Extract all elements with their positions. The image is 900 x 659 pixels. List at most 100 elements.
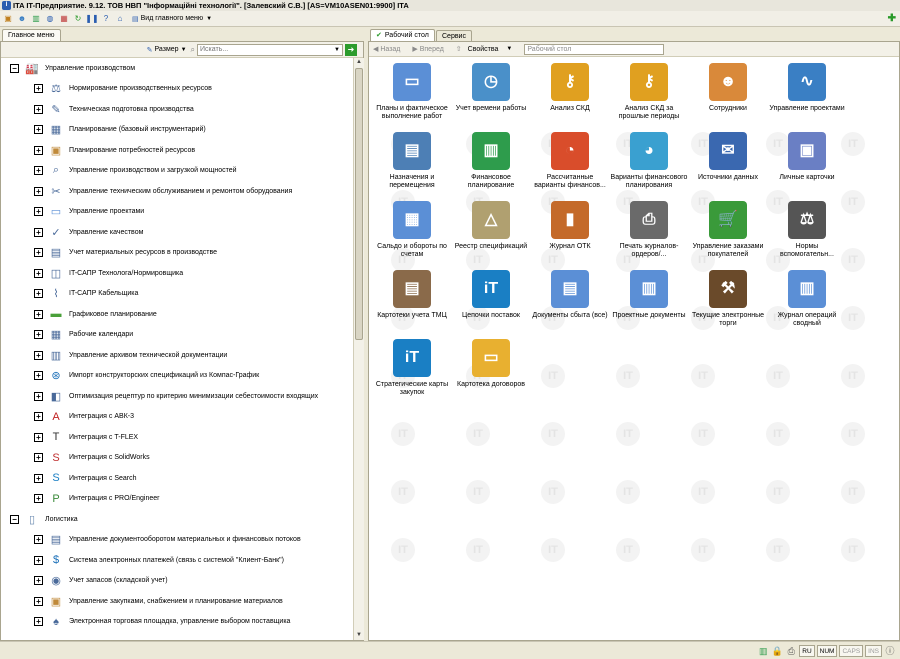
expand-icon[interactable]: +	[34, 289, 43, 298]
tree-item[interactable]: + ▦ Рабочие календари	[34, 325, 133, 345]
expand-icon[interactable]: +	[34, 596, 43, 606]
expand-icon[interactable]: +	[34, 494, 43, 503]
desktop-item[interactable]: ▤ Документы сбыта (все)	[531, 270, 609, 320]
desktop-item[interactable]: ▥ Журнал операций сводный	[768, 270, 846, 328]
tree-item[interactable]: + ⊛ Импорт конструкторских спецификаций из…	[34, 366, 259, 386]
expand-icon[interactable]: +	[34, 555, 43, 565]
expand-icon[interactable]: +	[34, 227, 43, 237]
expand-icon[interactable]: +	[34, 104, 43, 114]
expand-icon[interactable]: +	[34, 576, 43, 585]
desktop-item[interactable]: ∿ Управление проектами	[768, 63, 846, 113]
tree-item[interactable]: + ▬ Графиковое планирование	[34, 304, 157, 324]
desktop-item[interactable]: ▥ Финансовое планирование	[452, 132, 530, 190]
tree-item[interactable]: + ▤ Учет материальных ресурсов в производс…	[34, 243, 217, 263]
desktop-item[interactable]: ▭ Картотека договоров	[452, 339, 530, 389]
desktop-item[interactable]: ▭ Планы и фактическое выполнение работ	[373, 63, 451, 121]
scroll-thumb[interactable]	[355, 68, 363, 340]
globe-icon[interactable]: ◍	[44, 13, 56, 25]
expand-icon[interactable]: +	[34, 309, 43, 319]
chart-icon[interactable]: ▥	[30, 13, 42, 25]
new-icon[interactable]: ▣	[2, 13, 14, 25]
tree-item[interactable]: + ⌕ Управление производством и загрузкой м…	[34, 161, 237, 181]
desktop-item[interactable]: ◔ Рассчитанные варианты финансов...	[531, 132, 609, 190]
expand-icon[interactable]: +	[34, 432, 43, 442]
scroll-up-icon[interactable]: ▲	[354, 58, 364, 67]
tree-item[interactable]: + S Интеграция с Search	[34, 468, 137, 488]
desktop-item[interactable]: ▣ Личные карточки	[768, 132, 846, 182]
expand-icon[interactable]: +	[34, 453, 43, 462]
expand-icon[interactable]: +	[34, 617, 43, 626]
tree-item[interactable]: + ⌇ IT-САПР Кабельщика	[34, 284, 138, 304]
dropdown-arrow-icon[interactable]: ▼	[334, 47, 340, 53]
search-field[interactable]: ▼	[197, 43, 343, 56]
view-menu-button[interactable]: ▤ Вид главного меню ▼	[132, 15, 212, 23]
forward-button[interactable]: ▶ Вперед	[412, 45, 449, 53]
grid-icon[interactable]: ▦	[58, 13, 70, 25]
go-button[interactable]: ➜	[345, 43, 357, 56]
tree-item[interactable]: + ▣ Планирование потребностей ресурсов	[34, 140, 195, 160]
tree-item[interactable]: + ◫ IT-САПР Технолога/Нормировщика	[34, 263, 183, 283]
desktop-item[interactable]: ▥ Проектные документы	[610, 270, 688, 320]
desktop-item[interactable]: ▤ Картотеки учета ТМЦ	[373, 270, 451, 320]
expand-icon[interactable]: +	[34, 535, 43, 544]
up-icon[interactable]: ⇧	[456, 45, 462, 53]
expand-icon[interactable]: +	[34, 473, 43, 483]
tree-item[interactable]: − 🏭 Управление производством	[10, 58, 135, 78]
expand-icon[interactable]: +	[34, 268, 43, 278]
collapse-icon[interactable]: −	[10, 63, 19, 73]
users-icon[interactable]: ☻	[16, 13, 28, 25]
add-icon[interactable]: ✚	[888, 13, 896, 24]
tree-item[interactable]: + ▥ Управление архивом технической докумен…	[34, 345, 227, 365]
vertical-scrollbar[interactable]: ▲ ▼	[353, 58, 364, 640]
printer-status-icon[interactable]: ⎙	[785, 645, 797, 657]
address-field[interactable]: Рабочий стол	[524, 43, 665, 55]
home-icon[interactable]: ⌂	[114, 13, 126, 25]
expand-icon[interactable]: +	[34, 145, 43, 155]
expand-icon[interactable]: +	[34, 371, 43, 380]
desktop-item[interactable]: iT Цепочки поставок	[452, 270, 530, 320]
expand-icon[interactable]: +	[34, 330, 43, 339]
desktop-item[interactable]: ⚒ Текущие электронные торги	[689, 270, 767, 328]
desktop-item[interactable]: ▮ Журнал ОТК	[531, 201, 609, 251]
pause-icon[interactable]: ❚❚	[85, 13, 98, 25]
language-indicator[interactable]: RU	[799, 644, 815, 657]
tree-item[interactable]: + ▣ Управление закупками, снабжением и пла…	[34, 591, 283, 611]
tree-item[interactable]: + P Интеграция с PRO/Engineer	[34, 489, 160, 509]
lock-icon[interactable]: 🔒	[771, 645, 783, 657]
tree-item[interactable]: + $ Система электронных платежей (связь с …	[34, 550, 284, 570]
tree-item[interactable]: + ♠ Электронная торговая площадка, управле…	[34, 612, 290, 632]
desktop-item[interactable]: ⚷ Анализ СКД за прошлые периоды	[610, 63, 688, 121]
desktop-item[interactable]: ▦ Сальдо и обороты по счетам	[373, 201, 451, 259]
expand-icon[interactable]: +	[34, 186, 43, 196]
properties-button[interactable]: Свойства ▼	[468, 46, 519, 53]
chart-status-icon[interactable]: ▥	[757, 645, 769, 657]
expand-icon[interactable]: +	[34, 84, 43, 93]
back-button[interactable]: ◀ Назад	[373, 45, 406, 53]
expand-icon[interactable]: +	[34, 412, 43, 421]
desktop-item[interactable]: ⚖ Нормы вспомогательн...	[768, 201, 846, 259]
expand-icon[interactable]: +	[34, 350, 43, 360]
desktop-item[interactable]: 🛒 Управление заказами покупателей	[689, 201, 767, 259]
desktop-item[interactable]: ☻ Сотрудники	[689, 63, 767, 113]
desktop-item[interactable]: iT Стратегические карты закупок	[373, 339, 451, 397]
tree-item[interactable]: + ▤ Управление документооборотом материаль…	[34, 530, 301, 550]
size-button[interactable]: ✎ Размер ▼	[147, 46, 187, 54]
help-icon[interactable]: ?	[100, 13, 112, 25]
expand-icon[interactable]: +	[34, 166, 43, 175]
tree-item[interactable]: + ✂ Управление техническим обслуживанием и…	[34, 181, 292, 201]
tree-item[interactable]: + ⚖ Нормирование производственных ресурсов	[34, 79, 212, 99]
collapse-icon[interactable]: −	[10, 514, 19, 524]
tree-item[interactable]: + ◧ Оптимизация рецептур по критерию миним…	[34, 386, 318, 406]
scroll-down-icon[interactable]: ▼	[354, 631, 364, 640]
desktop-item[interactable]: ⎙ Печать журналов-ордеров/...	[610, 201, 688, 259]
tree-item[interactable]: + ✓ Управление качеством	[34, 222, 143, 242]
desktop-item[interactable]: ◕ Варианты финансового планирования	[610, 132, 688, 190]
desktop-item[interactable]: ◷ Учет времени работы	[452, 63, 530, 113]
tree-item[interactable]: − ▯ Логистика	[10, 509, 78, 529]
tree-item[interactable]: + S Интеграция с SolidWorks	[34, 448, 150, 468]
tree-item[interactable]: + ▭ Управление проектами	[34, 202, 144, 222]
refresh-icon[interactable]: ↻	[72, 13, 84, 25]
desktop-item[interactable]: △ Реестр спецификаций	[452, 201, 530, 251]
desktop-item[interactable]: ⚷ Анализ СКД	[531, 63, 609, 113]
search-input[interactable]	[200, 46, 320, 53]
